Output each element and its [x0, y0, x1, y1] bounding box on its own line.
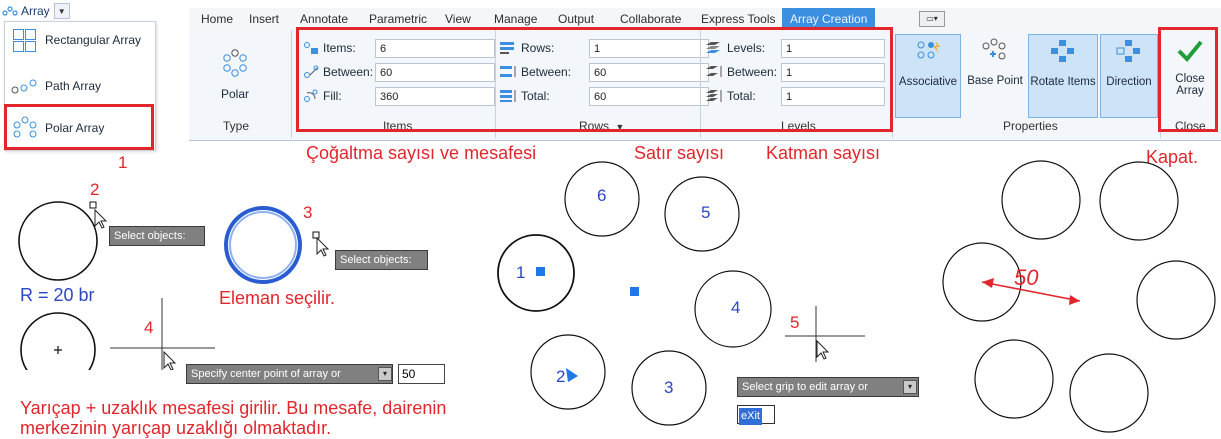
- grip-edit-prompt-text: Select grip to edit array or: [742, 381, 868, 393]
- rotate-items-label: Rotate Items: [1030, 76, 1096, 88]
- selected-circle-inner: [229, 211, 297, 279]
- tab-insert[interactable]: Insert: [249, 12, 279, 26]
- final-circle: [1099, 161, 1179, 241]
- menu-item-rectangular-array[interactable]: Rectangular Array: [11, 26, 151, 54]
- cursor-icon: [163, 350, 177, 370]
- bottom-note-line1: Yarıçap + uzaklık mesafesi girilir. Bu m…: [20, 398, 447, 418]
- rectangular-array-icon: [11, 28, 41, 52]
- distance-label: 50: [1014, 265, 1039, 290]
- step-number-3: 3: [303, 203, 313, 222]
- type-panel-title: Type: [223, 119, 250, 133]
- final-circle: [1136, 260, 1216, 340]
- grip-edit-prompt: Select grip to edit array or: [737, 377, 919, 397]
- array-icon: [2, 6, 18, 16]
- selected-circle: [224, 206, 302, 284]
- center-point-prompt: Specify center point of array or: [186, 364, 393, 384]
- array-dropdown-title: Array: [21, 4, 50, 18]
- circle-number-6: 6: [597, 186, 607, 205]
- panel-separator: [291, 30, 292, 138]
- polar-type-label: Polar: [220, 87, 249, 101]
- direction-button[interactable]: Direction: [1100, 34, 1158, 118]
- center-grip-icon[interactable]: [630, 287, 639, 296]
- step-number-5: 5: [790, 313, 800, 332]
- associative-label: Associative: [898, 76, 958, 88]
- cursor-icon: [94, 208, 108, 229]
- array-dropdown-button[interactable]: Array ▼: [2, 2, 82, 20]
- source-circle: [18, 201, 98, 281]
- tab-parametric[interactable]: Parametric: [369, 12, 427, 26]
- pick-box-icon: [89, 201, 97, 209]
- item-grip-icon[interactable]: [536, 267, 545, 276]
- prompt-options-icon[interactable]: ▾: [903, 380, 917, 394]
- bottom-note-line2: merkezinin yarıçap uzaklığı olmaktadır.: [20, 418, 332, 438]
- circle-number-1: 1: [516, 263, 526, 282]
- center-point-prompt-text: Specify center point of array or: [191, 368, 341, 380]
- tab-manage[interactable]: Manage: [494, 12, 537, 26]
- rotation-grip-icon[interactable]: [566, 368, 578, 382]
- step-number-4: 4: [144, 318, 154, 337]
- minimize-ribbon-icon[interactable]: ▭▾: [919, 11, 945, 27]
- circle-number-3: 3: [664, 378, 674, 397]
- base-circle: [20, 312, 96, 370]
- rectangular-array-label: Rectangular Array: [45, 33, 142, 47]
- select-note: Eleman seçilir.: [219, 288, 336, 308]
- cursor-icon: [316, 236, 330, 257]
- steps-drawing: [18, 201, 330, 370]
- prompt-options-icon[interactable]: ▾: [378, 367, 392, 381]
- direction-icon: [1116, 40, 1140, 62]
- polar-type-button[interactable]: Polar: [205, 48, 265, 108]
- tab-annotate[interactable]: Annotate: [300, 12, 348, 26]
- close-highlight: [1158, 27, 1218, 132]
- final-circle: [974, 339, 1054, 419]
- polar-type-icon: [223, 49, 247, 77]
- pick-box-icon: [312, 231, 320, 239]
- step-number-2: 2: [90, 180, 100, 199]
- base-point-button[interactable]: Base Point: [963, 34, 1027, 118]
- select-objects-prompt-2: Select objects:: [335, 250, 428, 270]
- path-array-icon: [11, 74, 41, 98]
- cursor-icon: [816, 339, 830, 360]
- tab-home[interactable]: Home: [201, 12, 233, 26]
- arrowhead-icon: [982, 278, 994, 288]
- base-point-icon: [982, 38, 1006, 60]
- menu-item-path-array[interactable]: Path Array: [11, 72, 151, 100]
- base-point-label: Base Point: [967, 75, 1023, 87]
- tab-view[interactable]: View: [445, 12, 471, 26]
- final-circle: [1069, 353, 1149, 433]
- center-mark: [54, 346, 62, 354]
- circle-number-2: 2: [556, 367, 566, 386]
- chevron-down-icon[interactable]: ▼: [53, 3, 70, 19]
- items-rows-levels-highlight: [296, 27, 893, 132]
- direction-label: Direction: [1106, 76, 1152, 88]
- path-array-label: Path Array: [45, 79, 102, 93]
- exit-option-text: eXit: [739, 408, 762, 425]
- exit-option[interactable]: eXit: [737, 405, 775, 425]
- select-objects-prompt-1: Select objects:: [109, 226, 205, 246]
- final-circle: [1001, 160, 1081, 240]
- associative-button[interactable]: Associative: [895, 34, 961, 118]
- circle-number-4: 4: [731, 298, 741, 317]
- properties-panel-title: Properties: [1003, 119, 1058, 133]
- associative-icon: [917, 41, 940, 59]
- tab-output[interactable]: Output: [558, 12, 594, 26]
- tab-express-tools[interactable]: Express Tools: [701, 12, 775, 26]
- center-value-input[interactable]: 50: [398, 364, 445, 384]
- circle-number-5: 5: [701, 203, 711, 222]
- rotate-items-button[interactable]: Rotate Items: [1028, 34, 1098, 118]
- radius-note: R = 20 br: [20, 285, 95, 305]
- polar-array-highlight: [4, 104, 154, 150]
- rotate-items-icon: [1051, 40, 1074, 62]
- tab-collaborate[interactable]: Collaborate: [620, 12, 681, 26]
- crosshair: [110, 298, 215, 370]
- final-array: [942, 160, 1216, 433]
